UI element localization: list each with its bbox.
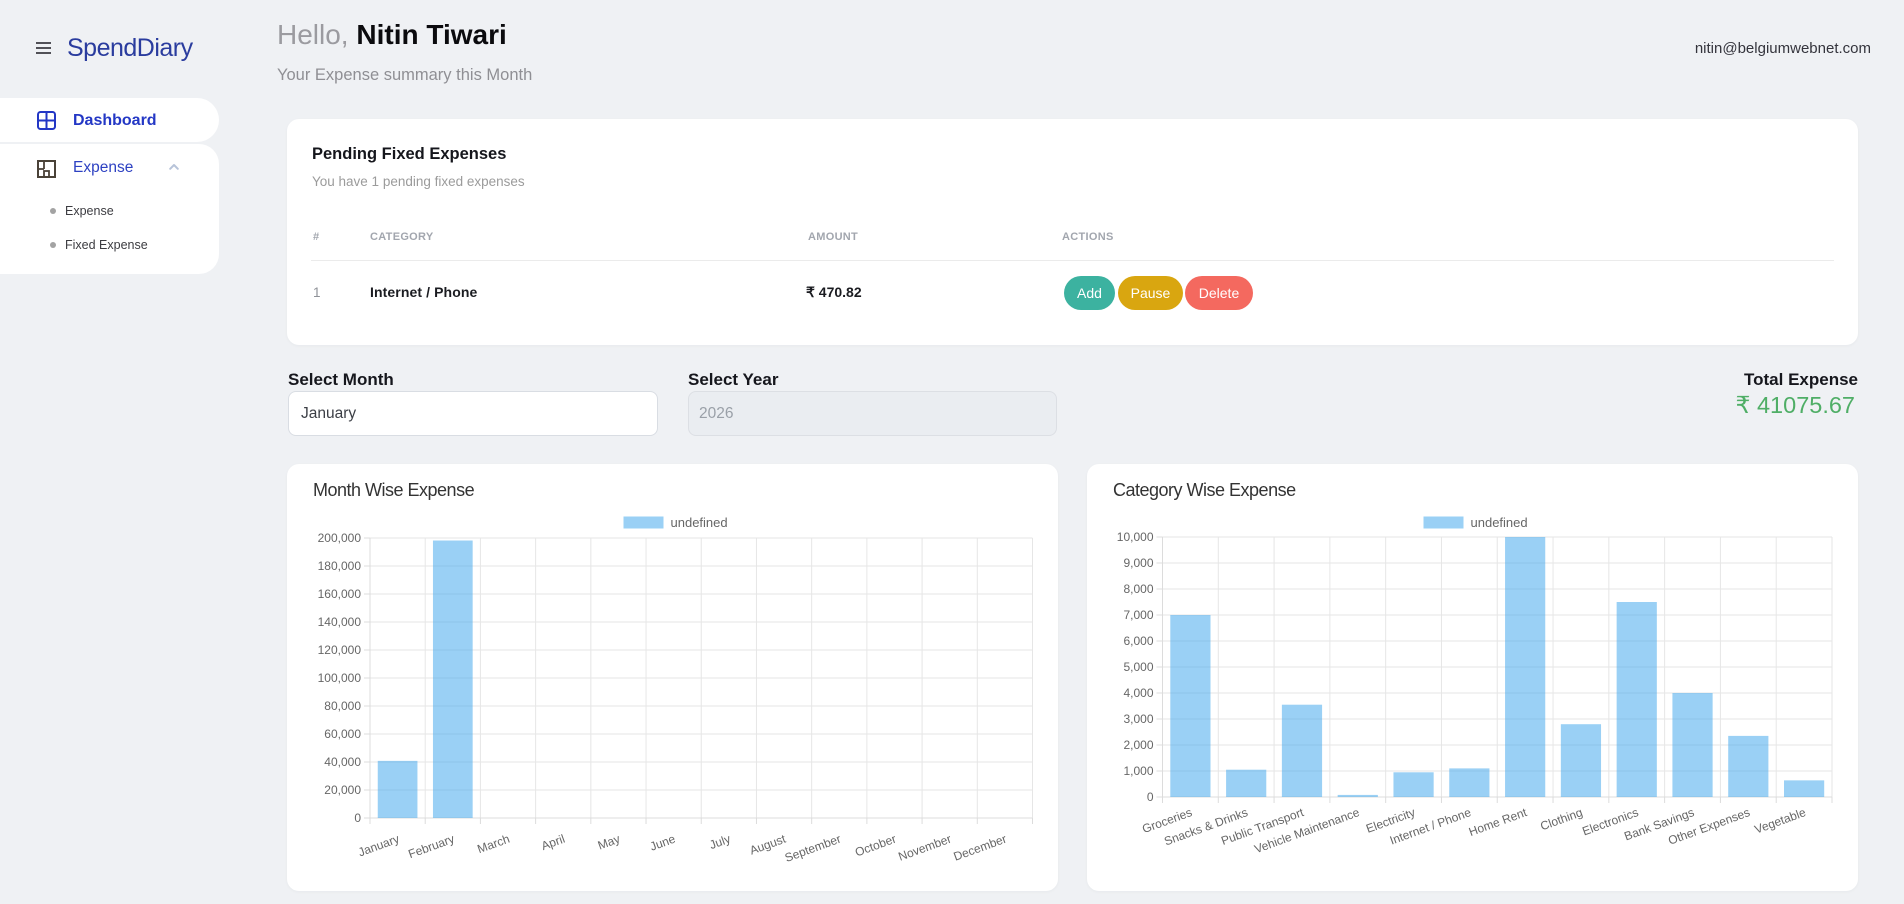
svg-text:100,000: 100,000 [318,671,362,685]
svg-text:20,000: 20,000 [324,783,361,797]
svg-text:60,000: 60,000 [324,727,361,741]
svg-text:October: October [853,832,898,860]
svg-text:10,000: 10,000 [1117,530,1154,544]
svg-text:February: February [406,832,456,862]
svg-text:120,000: 120,000 [318,643,362,657]
svg-text:1,000: 1,000 [1123,764,1153,778]
svg-text:200,000: 200,000 [318,531,362,545]
svg-text:November: November [896,832,953,864]
svg-text:Vegetable: Vegetable [1753,805,1808,837]
svg-text:September: September [783,832,843,865]
svg-text:undefined: undefined [671,515,728,530]
svg-text:April: April [539,832,566,853]
svg-text:0: 0 [354,811,361,825]
svg-text:January: January [356,832,401,860]
svg-text:Clothing: Clothing [1538,805,1584,833]
svg-text:40,000: 40,000 [324,755,361,769]
svg-text:December: December [952,832,1009,864]
svg-text:August: August [748,831,789,857]
svg-text:May: May [596,832,622,853]
svg-text:8,000: 8,000 [1123,582,1153,596]
svg-text:7,000: 7,000 [1123,608,1153,622]
svg-text:undefined: undefined [1471,515,1528,530]
svg-text:March: March [475,832,511,857]
svg-text:5,000: 5,000 [1123,660,1153,674]
svg-text:Home Rent: Home Rent [1467,805,1529,839]
svg-text:3,000: 3,000 [1123,712,1153,726]
svg-text:0: 0 [1147,790,1154,804]
svg-text:160,000: 160,000 [318,587,362,601]
svg-text:9,000: 9,000 [1123,556,1153,570]
svg-text:6,000: 6,000 [1123,634,1153,648]
svg-text:80,000: 80,000 [324,699,361,713]
svg-text:June: June [648,832,678,854]
svg-text:4,000: 4,000 [1123,686,1153,700]
svg-text:140,000: 140,000 [318,615,362,629]
svg-text:2,000: 2,000 [1123,738,1153,752]
svg-text:180,000: 180,000 [318,559,362,573]
svg-text:July: July [708,832,733,852]
